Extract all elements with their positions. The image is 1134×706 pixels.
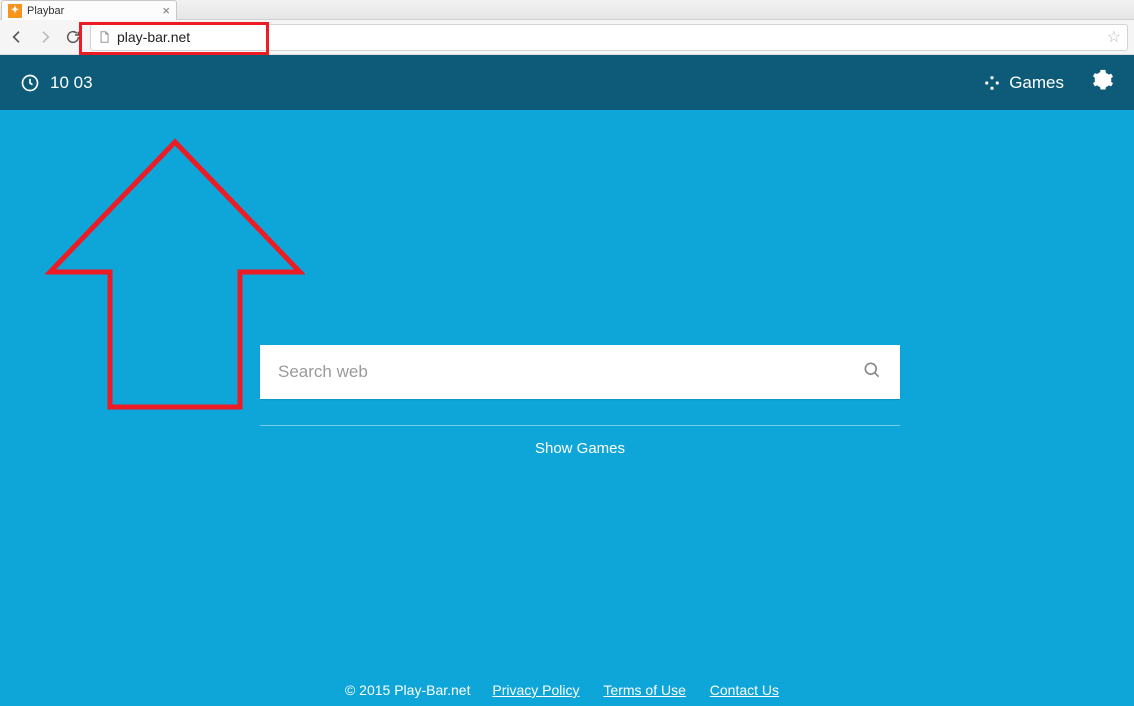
url-input[interactable] <box>117 29 1101 45</box>
clock-time: 10 03 <box>50 73 93 93</box>
favicon-icon: ✦ <box>8 4 22 18</box>
gamepad-icon <box>983 74 1001 92</box>
back-button[interactable] <box>6 26 28 48</box>
divider <box>260 425 900 426</box>
page-body: 10 03 Games Show Games © 2015 Play-Bar.n… <box>0 55 1134 706</box>
search-box[interactable] <box>260 345 900 399</box>
browser-toolbar: ☆ <box>0 20 1134 55</box>
reload-button[interactable] <box>62 26 84 48</box>
games-link[interactable]: Games <box>983 73 1064 93</box>
search-input[interactable] <box>278 362 862 382</box>
clock-icon <box>20 73 40 93</box>
search-button[interactable] <box>862 360 882 385</box>
copyright-text: © 2015 Play-Bar.net <box>345 682 471 698</box>
search-area: Show Games <box>260 345 900 457</box>
tab-close-button[interactable]: × <box>162 3 170 18</box>
search-icon <box>862 360 882 380</box>
tab-title: Playbar <box>27 5 157 17</box>
show-games-link[interactable]: Show Games <box>260 440 900 457</box>
site-topbar: 10 03 Games <box>0 55 1134 110</box>
page-icon <box>97 30 111 44</box>
footer-link-contact[interactable]: Contact Us <box>710 682 779 698</box>
tab-strip: ✦ Playbar × <box>0 0 1134 20</box>
browser-tab[interactable]: ✦ Playbar × <box>1 0 177 20</box>
address-bar[interactable]: ☆ <box>90 24 1128 51</box>
games-label: Games <box>1009 73 1064 93</box>
bookmark-star-icon[interactable]: ☆ <box>1107 27 1121 47</box>
footer-link-terms[interactable]: Terms of Use <box>603 682 685 698</box>
forward-button[interactable] <box>34 26 56 48</box>
footer: © 2015 Play-Bar.net Privacy Policy Terms… <box>0 682 1134 698</box>
settings-button[interactable] <box>1092 69 1114 96</box>
footer-link-privacy[interactable]: Privacy Policy <box>492 682 579 698</box>
gear-icon <box>1092 69 1114 91</box>
